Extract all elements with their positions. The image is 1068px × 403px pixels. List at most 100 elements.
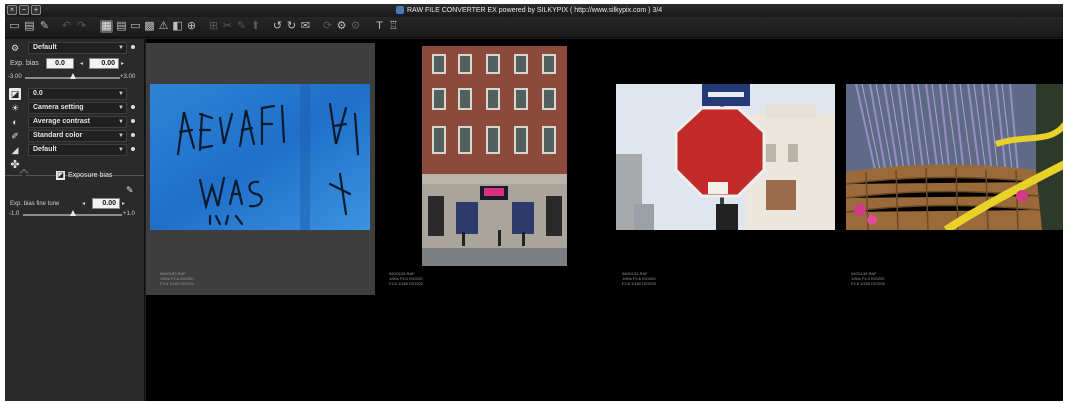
sharpness-dropdown[interactable]: Default ▼ xyxy=(28,144,127,156)
zoom-icon[interactable]: ⊕ xyxy=(185,20,198,33)
open-folder-icon[interactable]: ▭ xyxy=(8,20,21,33)
develop-control-panel: ⚙ Default ▼ Exp. bias 0.0 ◂ 0.00 ▸ -3.00… xyxy=(5,39,145,401)
list-view-icon[interactable]: ▤ xyxy=(115,20,128,33)
thumbnail-stop-sign[interactable] xyxy=(616,84,835,230)
title-bar: × − + RAW FILE CONVERTER EX powered by S… xyxy=(5,4,1063,17)
thumbnail-exposure: F2.8 1/160 ISO200 xyxy=(160,281,194,286)
reset-dot[interactable] xyxy=(131,45,135,49)
app-logo-icon xyxy=(396,6,404,14)
contrast-value: Average contrast xyxy=(33,118,90,125)
thumbnail-metadata: IMG0138.RAF 1/60s F4.0 ISO200 F2.8 1/250… xyxy=(851,271,885,286)
pin-icon[interactable]: ⬆ xyxy=(249,20,262,33)
wb-setting-dropdown[interactable]: Camera setting ▼ xyxy=(28,102,127,114)
exposure-bias-tab-icon[interactable]: ◪ xyxy=(56,171,65,180)
exposure-bias-value: 0.0 xyxy=(46,58,74,69)
redo-icon[interactable]: ↷ xyxy=(75,20,88,33)
undo-icon[interactable]: ↶ xyxy=(60,20,73,33)
rotate-right-icon[interactable]: ↻ xyxy=(285,20,298,33)
sharpness-icon: ◢ xyxy=(11,145,19,155)
tone-preset-value: Default xyxy=(33,44,57,51)
color-value: Standard color xyxy=(33,132,83,139)
print-icon[interactable]: ♖ xyxy=(387,20,400,33)
edit-icon[interactable]: ✎ xyxy=(38,20,51,33)
mail-icon[interactable]: ✉ xyxy=(299,20,312,33)
reset-dot[interactable] xyxy=(131,147,135,151)
thumbnail-graffiti[interactable] xyxy=(150,84,370,230)
thumbnail-building[interactable] xyxy=(422,46,567,266)
fine-tune-input[interactable]: 0.00 xyxy=(92,198,120,209)
chevron-down-icon: ▼ xyxy=(118,105,124,111)
wb-setting-row: ☀ Camera setting ▼ xyxy=(5,102,145,114)
contrast-row: ◐ Average contrast ▼ xyxy=(5,116,145,128)
tone-preset-dropdown[interactable]: Default ▼ xyxy=(28,42,127,54)
toolbar: ▭ ▤ ✎ ↶ ↷ ▦ ▤ ▭ ▩ ⚠ ◧ ⊕ ⊞ ✂ ✎ ⬆ ↺ ↻ ✉ ⟳ … xyxy=(5,17,1063,38)
batch-develop-icon[interactable]: ⚙ xyxy=(335,20,348,33)
thumbnail-cell[interactable]: IMG0138.RAF 1/60s F4.0 ISO200 F2.8 1/250… xyxy=(833,43,1063,295)
thumbnail-cell[interactable]: IMG0126.RAF 1/60s F4.0 ISO200 F4.0 1/160… xyxy=(375,43,604,295)
chevron-down-icon: ▼ xyxy=(118,45,124,51)
preview-view-icon[interactable]: ▭ xyxy=(129,20,142,33)
close-button[interactable]: × xyxy=(7,5,17,15)
white-balance-dropdown[interactable]: 0.0 ▼ xyxy=(28,88,127,100)
minimize-button[interactable]: − xyxy=(19,5,29,15)
thumbnail-exposure: F2.8 1/250 ISO200 xyxy=(851,281,885,286)
warning-icon[interactable]: ⚠ xyxy=(157,20,170,33)
develop-copy-icon[interactable]: ✂ xyxy=(221,20,234,33)
exposure-icon: ◪ xyxy=(9,88,21,100)
batch-settings-icon[interactable]: ⚙ xyxy=(349,20,362,33)
fine-tune-max: +1.0 xyxy=(123,211,135,217)
grid-view-icon[interactable]: ▩ xyxy=(143,20,156,33)
advanced-settings-icon[interactable]: ✤ xyxy=(9,159,21,171)
tone-preset-row: ⚙ Default ▼ xyxy=(5,42,145,54)
eyedropper-icon[interactable]: ✎ xyxy=(126,185,134,196)
sharpness-value: Default xyxy=(33,146,57,153)
save-icon[interactable]: ▤ xyxy=(23,20,36,33)
fine-tune-label: Exp. bias fine tune xyxy=(10,201,60,207)
sharpness-row: ◢ Default ▼ xyxy=(5,144,145,156)
contrast-icon: ◐ xyxy=(12,117,18,127)
thumbnail-exposure: F4.0 1/160 ISO200 xyxy=(389,281,423,286)
increment-arrow-icon[interactable]: ▸ xyxy=(122,200,125,207)
color-dropdown[interactable]: Standard color ▼ xyxy=(28,130,127,142)
exposure-bias-min: -3.00 xyxy=(8,74,22,80)
reset-dot[interactable] xyxy=(131,119,135,123)
increment-arrow-icon[interactable]: ▸ xyxy=(121,60,124,67)
exposure-bias-slider-thumb[interactable] xyxy=(69,73,76,79)
thumbnail-view-icon[interactable]: ▦ xyxy=(100,20,113,33)
decrement-arrow-icon[interactable]: ◂ xyxy=(80,60,83,67)
fine-tune-min: -1.0 xyxy=(9,211,20,217)
chevron-down-icon: ▼ xyxy=(118,133,124,139)
chevron-down-icon: ▼ xyxy=(118,147,124,153)
compare-icon[interactable]: ◧ xyxy=(171,20,184,33)
reset-dot[interactable] xyxy=(131,133,135,137)
app-window: × − + RAW FILE CONVERTER EX powered by S… xyxy=(5,4,1063,401)
window-title: RAW FILE CONVERTER EX powered by SILKYPI… xyxy=(407,7,663,14)
thumbnail-cell[interactable]: IMG0132.RAF 1/60s F5.6 ISO200 F2.8 1/160… xyxy=(604,43,835,295)
exposure-bias-input[interactable]: 0.00 xyxy=(89,58,119,69)
exposure-bias-tab[interactable]: Exposure bias xyxy=(68,172,112,179)
sun-icon: ☀ xyxy=(10,103,20,113)
color-dropper-icon: ✐ xyxy=(11,131,19,141)
chevron-down-icon: ▼ xyxy=(118,91,124,97)
white-balance-row: ◪ 0.0 ▼ xyxy=(5,88,145,100)
thumbnail-browser: IMG0150.RAF 1/80s F2.8 ISO200 F2.8 1/160… xyxy=(146,39,1063,401)
color-row: ✐ Standard color ▼ xyxy=(5,130,145,142)
thumbnail-cell[interactable]: IMG0150.RAF 1/80s F2.8 ISO200 F2.8 1/160… xyxy=(146,43,375,295)
develop-paste-icon[interactable]: ✎ xyxy=(235,20,248,33)
wb-setting-value: Camera setting xyxy=(33,104,84,111)
decrement-arrow-icon[interactable]: ◂ xyxy=(82,200,85,207)
maximize-button[interactable]: + xyxy=(31,5,41,15)
chevron-down-icon: ▼ xyxy=(118,119,124,125)
thumbnail-exposure: F2.8 1/160 ISO200 xyxy=(622,281,656,286)
thumbnail-metadata: IMG0132.RAF 1/60s F5.6 ISO200 F2.8 1/160… xyxy=(622,271,656,286)
refresh-icon[interactable]: ⟳ xyxy=(321,20,334,33)
reset-dot[interactable] xyxy=(131,105,135,109)
thumbnail-metadata: IMG0126.RAF 1/60s F4.0 ISO200 F4.0 1/160… xyxy=(389,271,423,286)
white-balance-value: 0.0 xyxy=(33,90,43,97)
fine-tune-slider-thumb[interactable] xyxy=(69,210,76,216)
thumbnail-lavender[interactable] xyxy=(846,84,1063,230)
contrast-dropdown[interactable]: Average contrast ▼ xyxy=(28,116,127,128)
rotate-grid-icon[interactable]: ⊞ xyxy=(207,20,220,33)
text-tool-icon[interactable]: T xyxy=(373,20,386,33)
rotate-left-icon[interactable]: ↺ xyxy=(271,20,284,33)
